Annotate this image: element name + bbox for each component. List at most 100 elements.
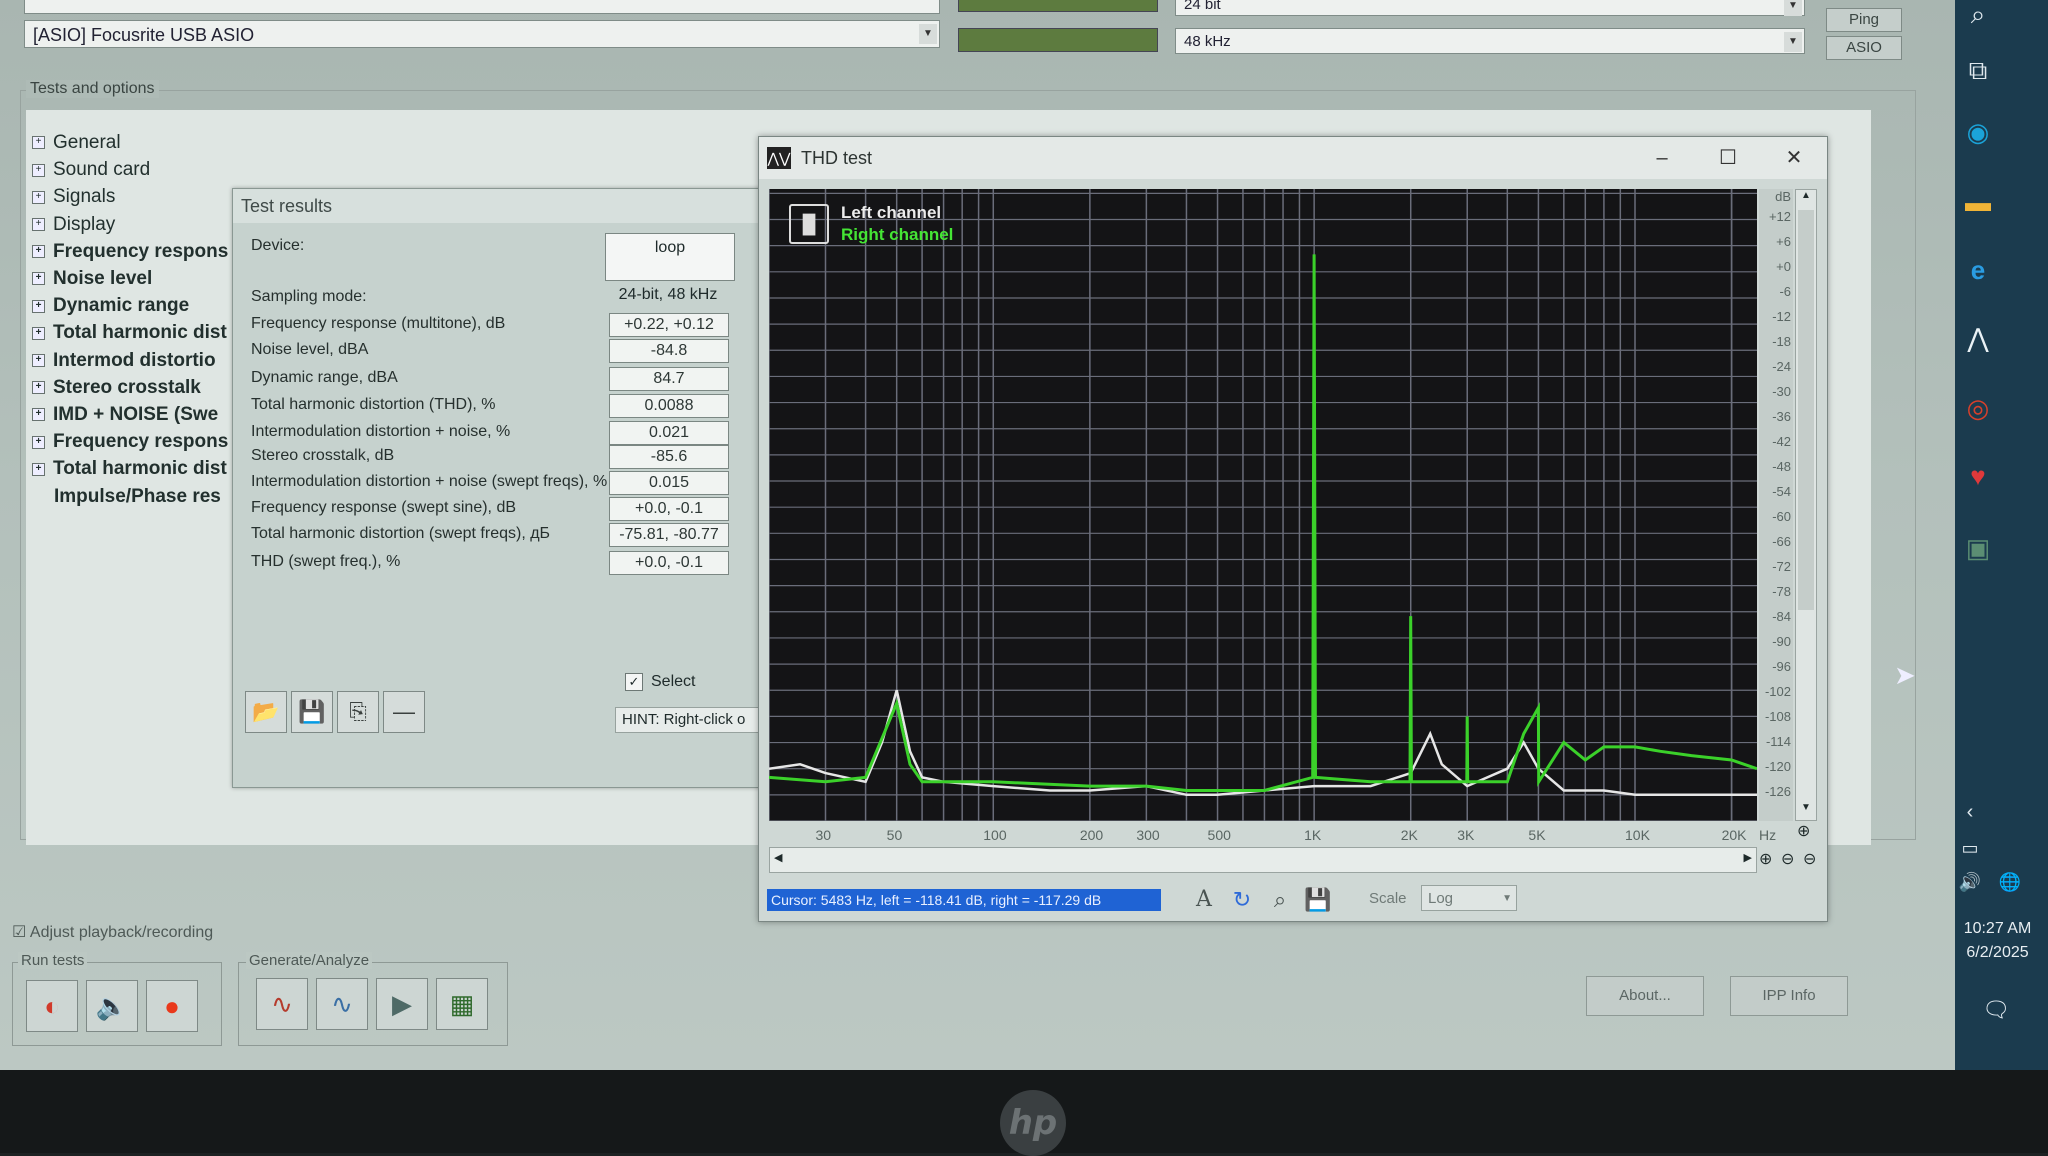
spectrum-plot[interactable]: ▐▌ Left channel Right channel [769, 189, 1757, 821]
waveform-app-icon[interactable]: ⋀ [1958, 318, 1998, 358]
zoom-out-icon[interactable]: ⊖ [1781, 849, 1794, 869]
select-checkbox[interactable]: ✓ [625, 673, 643, 691]
zoom-reset-icon[interactable]: ⊖ [1803, 849, 1816, 869]
scroll-down-icon[interactable]: ▼ [1796, 802, 1816, 820]
chevron-down-icon[interactable]: ▼ [1784, 32, 1802, 52]
tree-item[interactable]: + Intermod distortio [32, 348, 216, 374]
expand-icon[interactable]: + [32, 272, 45, 286]
volume-icon[interactable]: 🔊 [1950, 862, 1990, 902]
vertical-scrollbar[interactable]: ▲ ▼ [1795, 189, 1817, 821]
result-label: Intermodulation distortion + noise, % [251, 423, 511, 440]
expand-icon[interactable]: + [32, 218, 45, 232]
scroll-left-icon[interactable]: ◀ [774, 851, 782, 864]
scroll-up-icon[interactable]: ▲ [1796, 190, 1816, 208]
maximize-icon[interactable]: ☐ [1695, 137, 1761, 179]
expand-icon[interactable]: + [32, 408, 45, 422]
text-icon[interactable]: A [1189, 885, 1219, 915]
edge-icon[interactable]: ◉ [1958, 112, 1998, 152]
tree-item[interactable]: + IMD + NOISE (Swe [32, 402, 218, 428]
samplerate-value: 48 kHz [1184, 33, 1231, 50]
expand-icon[interactable]: + [32, 299, 45, 313]
expand-icon[interactable]: + [32, 462, 45, 476]
application-window: [ASIO] Focusrite USB ASIO ▼ 24 bit ▼ 48 … [0, 0, 1955, 1070]
tree-item[interactable]: + Total harmonic dist [32, 320, 227, 346]
tree-item[interactable]: + Frequency respons [32, 429, 228, 455]
scale-value: Log [1428, 890, 1454, 907]
task-view-icon[interactable]: ⧉ [1958, 50, 1998, 90]
expand-icon[interactable]: + [32, 163, 45, 177]
expand-icon[interactable]: + [32, 381, 45, 395]
tree-item[interactable]: + Frequency respons [32, 239, 228, 265]
horizontal-scrollbar[interactable]: ◀ ▶ [769, 847, 1757, 873]
db-tick-label: -48 [1772, 459, 1791, 474]
output-device-field[interactable] [24, 0, 940, 14]
notification-icon[interactable]: 🗨 [1976, 990, 2016, 1030]
result-label: Dynamic range, dBA [251, 369, 398, 386]
network-icon[interactable]: 🌐 [1990, 862, 2030, 902]
file-explorer-icon[interactable]: ▬ [1958, 182, 1998, 222]
tree-item[interactable]: + Display [32, 212, 115, 238]
speaker-icon[interactable]: 🔈 [86, 980, 138, 1032]
scale-combo[interactable]: Log ▼ [1421, 885, 1517, 911]
expand-icon[interactable]: + [32, 190, 45, 204]
ping-button[interactable]: Ping [1826, 8, 1902, 32]
tree-item[interactable]: + Noise level [32, 266, 152, 292]
about-button[interactable]: About... [1586, 976, 1704, 1016]
hz-tick-label: 20K [1721, 827, 1747, 843]
scroll-thumb[interactable] [1798, 210, 1814, 610]
adjust-playback-checkbox[interactable]: ☑ Adjust playback/recording [12, 922, 213, 942]
copy-icon[interactable]: ⎘ [337, 691, 379, 733]
zoom-in-icon[interactable]: ⊕ [1797, 821, 1810, 841]
tree-item[interactable]: + Sound card [32, 157, 150, 183]
chevron-down-icon[interactable]: ▼ [919, 24, 937, 44]
tree-item[interactable]: + Total harmonic dist [32, 456, 227, 482]
expand-icon[interactable]: + [32, 326, 45, 340]
generate-waveform-icon[interactable]: ∿ [256, 978, 308, 1030]
close-icon[interactable]: ✕ [1761, 137, 1827, 179]
tree-item[interactable]: + Dynamic range [32, 293, 189, 319]
ipp-info-button[interactable]: IPP Info [1730, 976, 1848, 1016]
chart-icon[interactable]: ▐▌ [789, 204, 829, 244]
tree-item[interactable]: Impulse/Phase res [32, 484, 221, 510]
chevron-down-icon[interactable]: ▼ [1784, 0, 1802, 16]
input-level-meter [958, 28, 1158, 52]
minimize-icon[interactable]: – [1629, 137, 1695, 179]
spectrum-analyzer-icon[interactable]: ▦ [436, 978, 488, 1030]
bitdepth-value: 24 bit [1184, 0, 1221, 13]
expand-icon[interactable]: + [32, 245, 45, 259]
heart-app-icon[interactable]: ♥ [1958, 456, 1998, 496]
search-icon[interactable]: ⌕ [1958, 0, 1998, 34]
chart-app-icon[interactable]: ▣ [1958, 528, 1998, 568]
scroll-right-icon[interactable]: ▶ [1744, 851, 1752, 864]
expand-icon[interactable]: + [32, 354, 45, 368]
bitdepth-combo[interactable]: 24 bit ▼ [1175, 0, 1805, 16]
run-tests-icon[interactable]: ◐ [26, 980, 78, 1032]
input-device-combo[interactable]: [ASIO] Focusrite USB ASIO ▼ [24, 20, 940, 48]
save-icon[interactable]: 💾 [1303, 885, 1333, 915]
analyze-waveform-icon[interactable]: ∿ [316, 978, 368, 1030]
minus-icon[interactable]: — [383, 691, 425, 733]
taskbar-date[interactable]: 6/2/2025 [1950, 944, 2045, 962]
open-folder-icon[interactable]: 📂 [245, 691, 287, 733]
zoom-in-h-icon[interactable]: ⊕ [1759, 849, 1772, 869]
tree-item[interactable]: + Stereo crosstalk [32, 375, 201, 401]
db-tick-label: -114 [1765, 734, 1791, 749]
asio-button[interactable]: ASIO [1826, 36, 1902, 60]
taskbar-time[interactable]: 10:27 AM [1950, 920, 2045, 938]
audio-app-icon[interactable]: ◎ [1958, 388, 1998, 428]
record-analyze-icon[interactable]: ▶ [376, 978, 428, 1030]
expand-icon[interactable]: + [32, 136, 45, 150]
tree-item[interactable]: + General [32, 130, 121, 156]
tree-item-label: Dynamic range [53, 295, 190, 317]
tree-item[interactable]: + Signals [32, 184, 115, 210]
db-tick-label: -102 [1764, 684, 1791, 699]
internet-explorer-icon[interactable]: e [1958, 250, 1998, 290]
record-icon[interactable]: ● [146, 980, 198, 1032]
refresh-icon[interactable]: ↻ [1227, 885, 1257, 915]
samplerate-combo[interactable]: 48 kHz ▼ [1175, 28, 1805, 54]
save-icon[interactable]: 💾 [291, 691, 333, 733]
chevron-left-icon[interactable]: ‹ [1950, 792, 1990, 832]
thd-titlebar: ⋀⋁ THD test – ☐ ✕ [759, 137, 1827, 179]
expand-icon[interactable]: + [32, 435, 45, 449]
magnifier-icon[interactable]: ⌕ [1265, 885, 1295, 915]
